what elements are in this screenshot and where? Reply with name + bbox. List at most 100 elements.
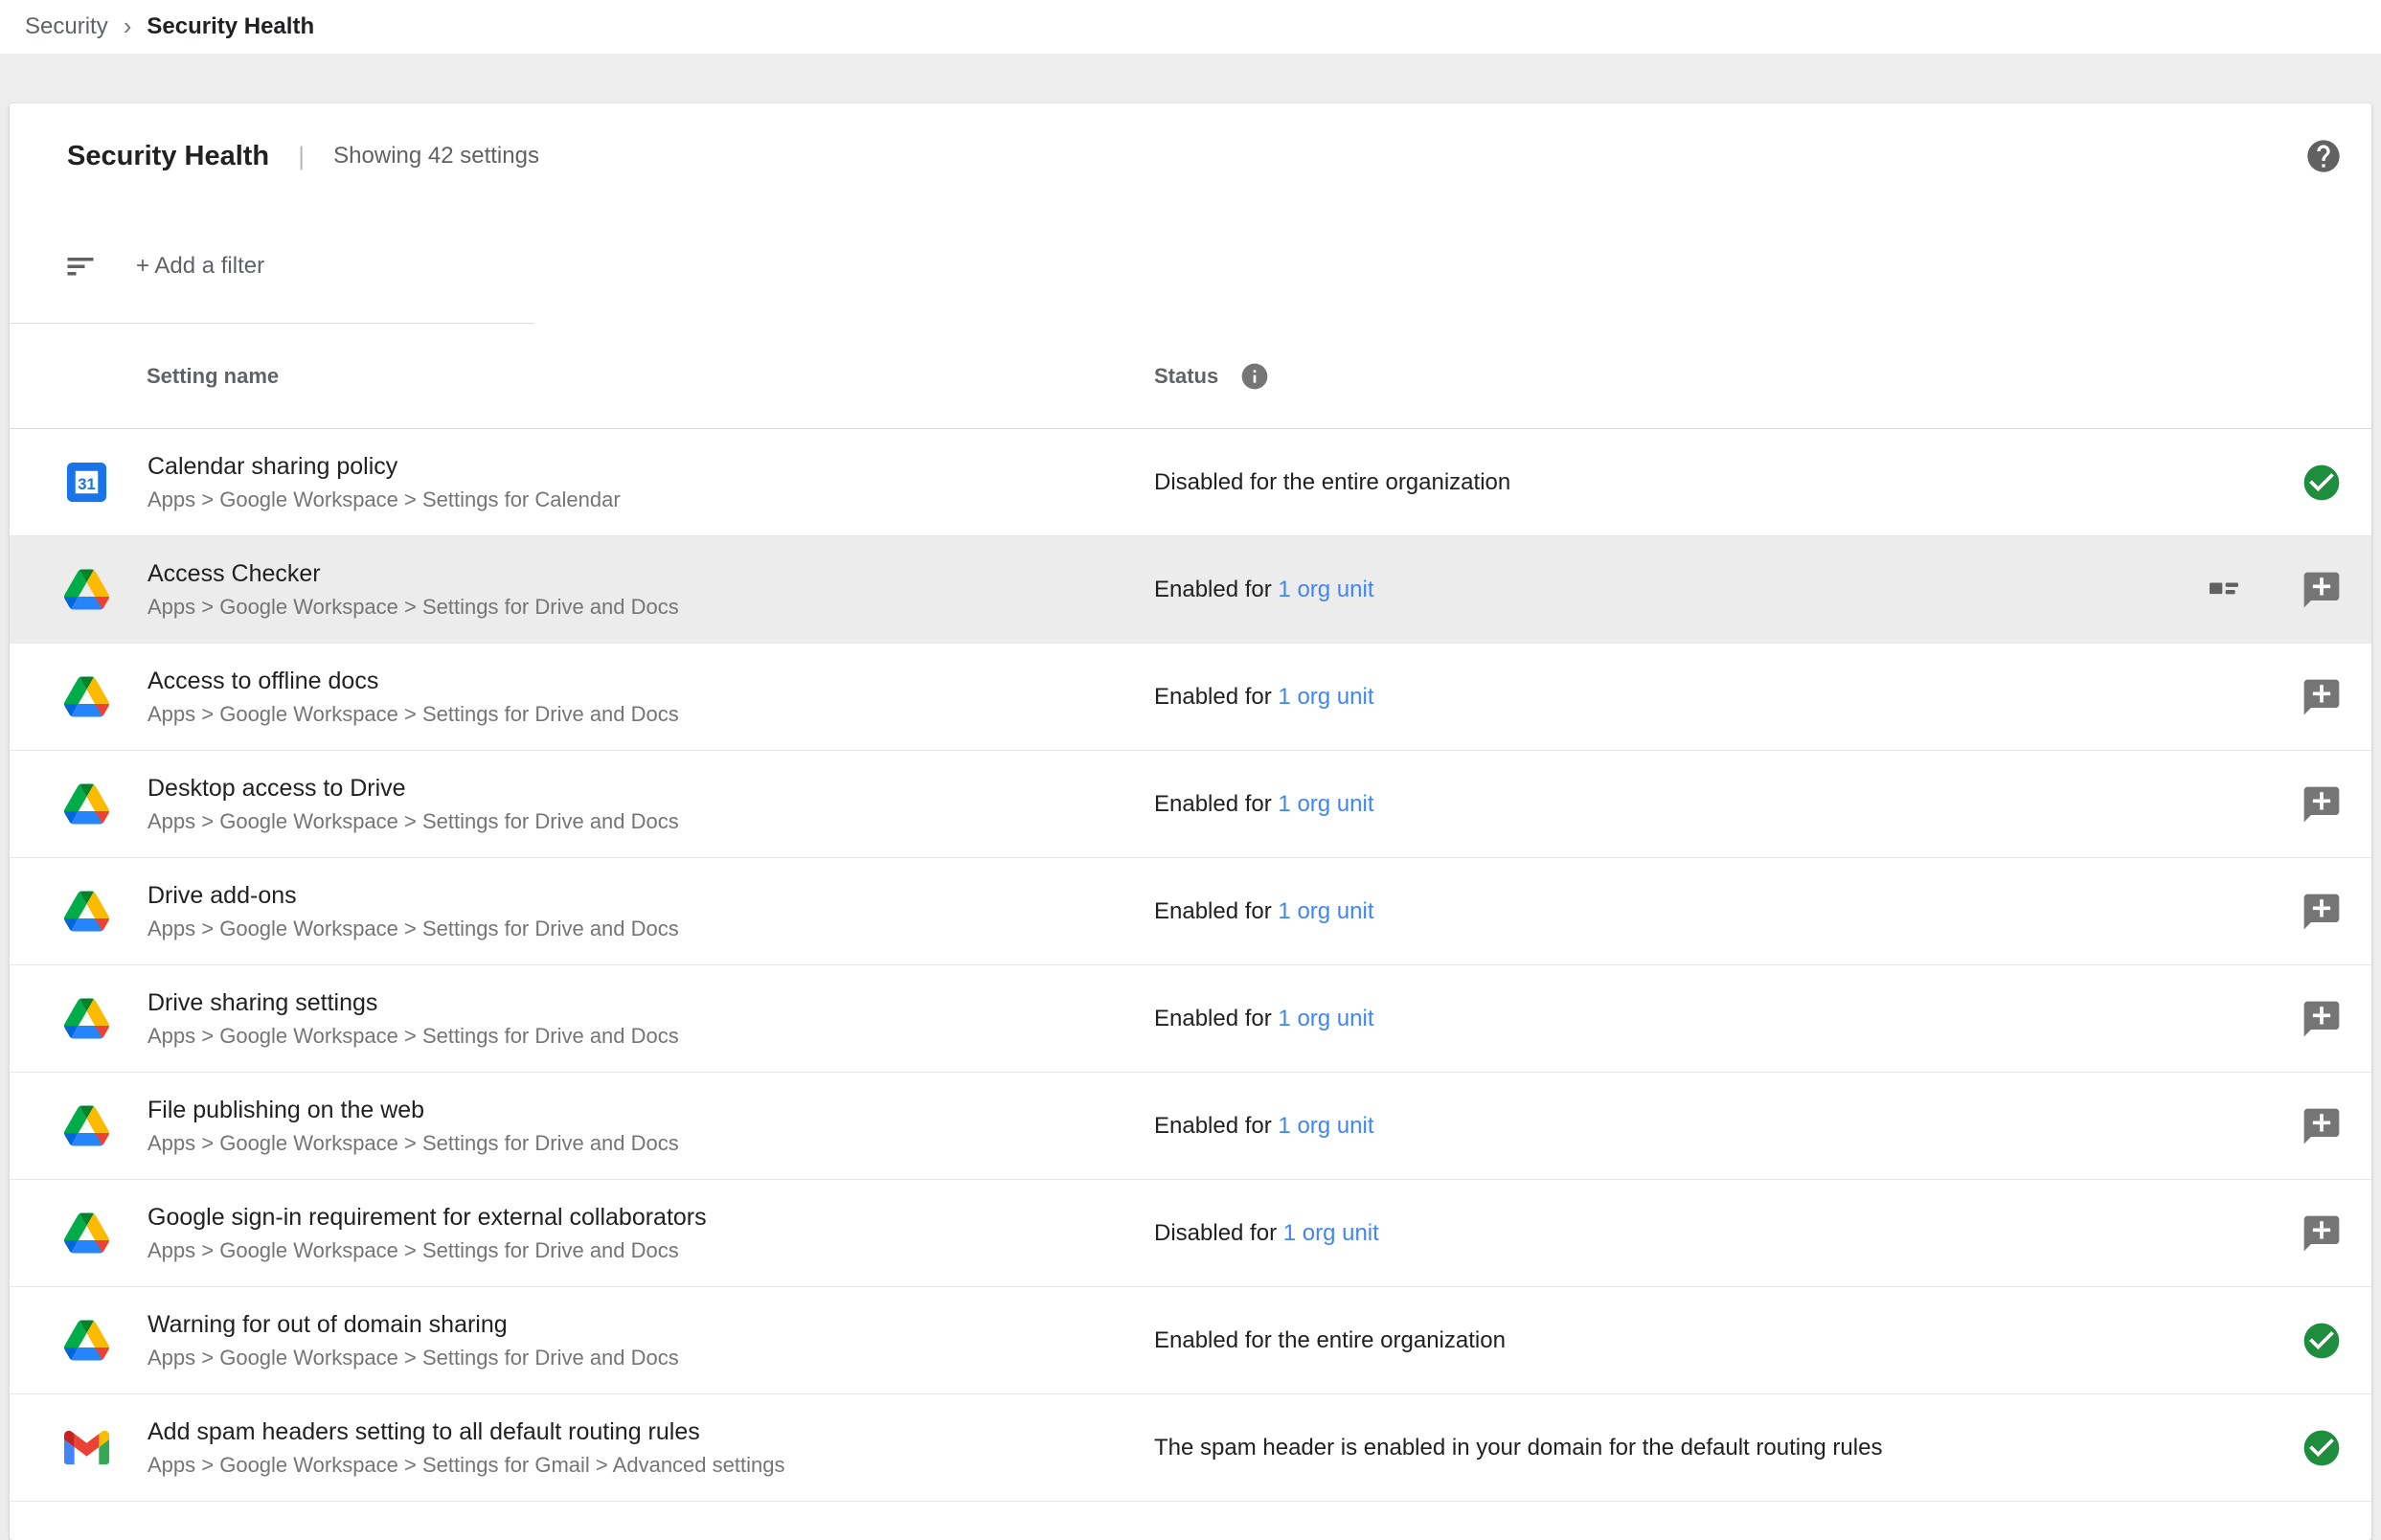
recommendation-icon[interactable] <box>2301 998 2343 1040</box>
drive-icon <box>64 781 109 827</box>
breadcrumb-item-security[interactable]: Security <box>25 13 108 40</box>
org-unit-link[interactable]: 1 org unit <box>1278 898 1373 924</box>
recommendation-icon[interactable] <box>2301 676 2343 718</box>
drive-icon <box>64 1103 109 1148</box>
table-row[interactable]: Drive add-ons Apps > Google Workspace > … <box>10 858 2371 965</box>
setting-title: Add spam headers setting to all default … <box>147 1418 784 1446</box>
calendar-icon: 31 <box>64 460 109 505</box>
status-cell: Disabled for the entire organization <box>1154 462 2371 504</box>
table-row[interactable]: Access to offline docs Apps > Google Wor… <box>10 644 2371 751</box>
status-prefix: Enabled for <box>1154 898 1278 924</box>
add-filter-button[interactable]: + Add a filter <box>136 253 264 280</box>
status-ok-icon[interactable] <box>2301 1427 2343 1469</box>
setting-cell: Drive add-ons Apps > Google Workspace > … <box>10 882 1154 941</box>
table-row[interactable]: File publishing on the web Apps > Google… <box>10 1073 2371 1180</box>
help-icon[interactable] <box>2304 137 2343 175</box>
settings-table-body: 31 Calendar sharing policy Apps > Google… <box>10 429 2371 1502</box>
drive-icon <box>64 674 109 719</box>
status-cell: Enabled for 1 org unit <box>1154 783 2371 826</box>
breadcrumb: Security › Security Health <box>0 0 2381 54</box>
setting-path: Apps > Google Workspace > Settings for D… <box>147 1131 679 1156</box>
status-cell: Enabled for 1 org unit <box>1154 891 2371 933</box>
status-text: Enabled for 1 org unit <box>1154 577 1374 603</box>
title-separator: | <box>298 142 305 171</box>
status-cell: Enabled for 1 org unit <box>1154 676 2371 718</box>
status-cell: Enabled for 1 org unit <box>1154 569 2371 611</box>
card-header: Security Health | Showing 42 settings <box>10 103 2371 209</box>
status-text: Enabled for 1 org unit <box>1154 898 1374 925</box>
setting-cell: Google sign-in requirement for external … <box>10 1204 1154 1263</box>
status-text: Disabled for the entire organization <box>1154 469 1510 496</box>
org-unit-link[interactable]: 1 org unit <box>1278 577 1373 602</box>
status-text: Enabled for 1 org unit <box>1154 791 1374 818</box>
table-row[interactable]: Add spam headers setting to all default … <box>10 1394 2371 1502</box>
setting-title: Desktop access to Drive <box>147 775 679 803</box>
status-prefix: Enabled for <box>1154 1006 1278 1031</box>
status-text: The spam header is enabled in your domai… <box>1154 1435 1882 1461</box>
status-cell: Enabled for the entire organization <box>1154 1320 2371 1362</box>
recommendation-icon[interactable] <box>2301 783 2343 826</box>
table-row[interactable]: 31 Calendar sharing policy Apps > Google… <box>10 429 2371 536</box>
svg-text:31: 31 <box>78 475 96 493</box>
table-row[interactable]: Access Checker Apps > Google Workspace >… <box>10 536 2371 644</box>
details-icon[interactable] <box>2205 571 2243 609</box>
setting-path: Apps > Google Workspace > Settings for D… <box>147 702 679 727</box>
setting-title: Calendar sharing policy <box>147 453 621 481</box>
status-prefix: Disabled for the entire organization <box>1154 469 1510 495</box>
status-text: Enabled for 1 org unit <box>1154 1006 1374 1032</box>
setting-path: Apps > Google Workspace > Settings for D… <box>147 595 679 620</box>
recommendation-icon[interactable] <box>2301 891 2343 933</box>
drive-icon <box>64 1211 109 1256</box>
recommendation-icon[interactable] <box>2301 1212 2343 1255</box>
status-text: Enabled for the entire organization <box>1154 1327 1506 1354</box>
org-unit-link[interactable]: 1 org unit <box>1283 1220 1379 1246</box>
status-cell: Enabled for 1 org unit <box>1154 1105 2371 1147</box>
setting-cell: File publishing on the web Apps > Google… <box>10 1097 1154 1156</box>
setting-title: Access to offline docs <box>147 668 679 695</box>
breadcrumb-item-security-health: Security Health <box>147 13 314 40</box>
drive-icon <box>64 1318 109 1363</box>
status-ok-icon[interactable] <box>2301 462 2343 504</box>
drive-icon <box>64 567 109 612</box>
table-header: Setting name Status <box>10 324 2371 429</box>
status-prefix: Enabled for <box>1154 684 1278 710</box>
gmail-icon <box>64 1425 109 1470</box>
org-unit-link[interactable]: 1 org unit <box>1278 1006 1373 1031</box>
status-text: Disabled for 1 org unit <box>1154 1220 1379 1247</box>
setting-cell: Drive sharing settings Apps > Google Wor… <box>10 989 1154 1049</box>
status-cell: Enabled for 1 org unit <box>1154 998 2371 1040</box>
recommendation-icon[interactable] <box>2301 1105 2343 1147</box>
status-prefix: Enabled for <box>1154 577 1278 602</box>
org-unit-link[interactable]: 1 org unit <box>1278 791 1373 817</box>
recommendation-icon[interactable] <box>2301 569 2343 611</box>
status-cell: The spam header is enabled in your domai… <box>1154 1427 2371 1469</box>
setting-path: Apps > Google Workspace > Settings for D… <box>147 1238 707 1263</box>
status-ok-icon[interactable] <box>2301 1320 2343 1362</box>
setting-cell: Access Checker Apps > Google Workspace >… <box>10 560 1154 620</box>
table-row[interactable]: Google sign-in requirement for external … <box>10 1180 2371 1287</box>
setting-path: Apps > Google Workspace > Settings for D… <box>147 809 679 834</box>
org-unit-link[interactable]: 1 org unit <box>1278 684 1373 710</box>
setting-cell: Desktop access to Drive Apps > Google Wo… <box>10 775 1154 834</box>
page-title: Security Health <box>67 141 269 172</box>
setting-title: Drive sharing settings <box>147 989 679 1017</box>
status-info-icon[interactable] <box>1239 361 1270 392</box>
status-text: Enabled for 1 org unit <box>1154 1113 1374 1140</box>
column-status: Status <box>1154 364 1218 389</box>
setting-cell: Warning for out of domain sharing Apps >… <box>10 1311 1154 1370</box>
settings-count: Showing 42 settings <box>333 143 539 170</box>
drive-icon <box>64 889 109 934</box>
status-prefix: The spam header is enabled in your domai… <box>1154 1435 1882 1461</box>
org-unit-link[interactable]: 1 org unit <box>1278 1113 1373 1139</box>
filter-icon[interactable] <box>63 249 98 283</box>
status-prefix: Enabled for <box>1154 791 1278 817</box>
table-row[interactable]: Drive sharing settings Apps > Google Wor… <box>10 965 2371 1073</box>
table-row[interactable]: Warning for out of domain sharing Apps >… <box>10 1287 2371 1394</box>
setting-title: Drive add-ons <box>147 882 679 910</box>
setting-cell: Add spam headers setting to all default … <box>10 1418 1154 1478</box>
setting-cell: Access to offline docs Apps > Google Wor… <box>10 668 1154 727</box>
table-row[interactable]: Desktop access to Drive Apps > Google Wo… <box>10 751 2371 858</box>
setting-path: Apps > Google Workspace > Settings for D… <box>147 1024 679 1049</box>
setting-path: Apps > Google Workspace > Settings for C… <box>147 487 621 512</box>
setting-title: Google sign-in requirement for external … <box>147 1204 707 1232</box>
